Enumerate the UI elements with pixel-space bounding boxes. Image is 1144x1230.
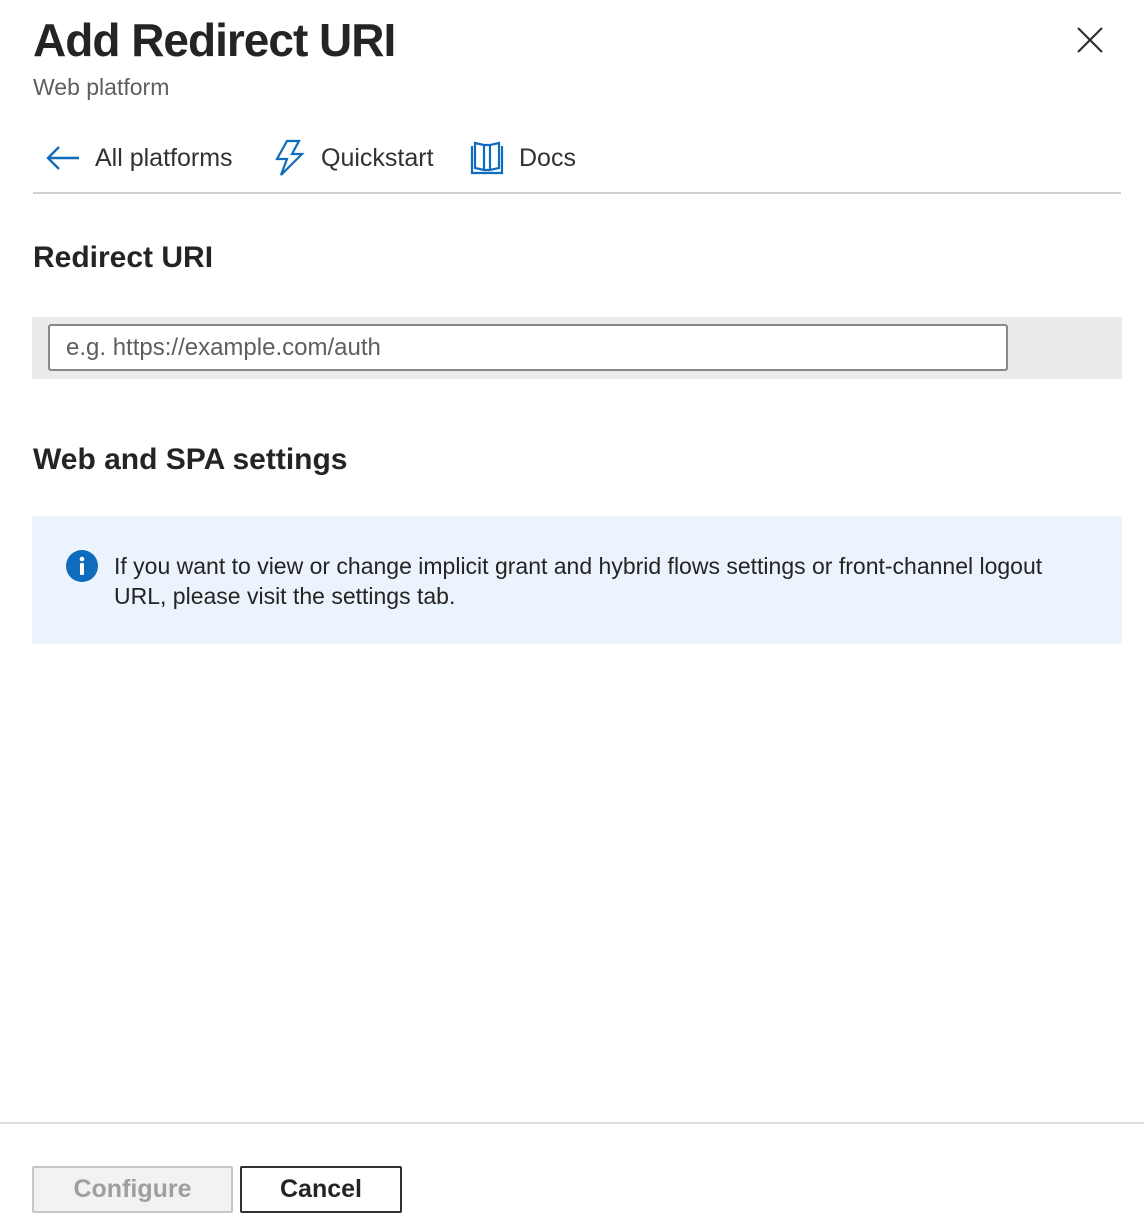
redirect-uri-row xyxy=(32,317,1122,379)
quickstart-label: Quickstart xyxy=(321,143,434,172)
docs-label: Docs xyxy=(519,143,576,172)
all-platforms-link[interactable]: All platforms xyxy=(45,132,233,184)
book-icon xyxy=(469,140,505,176)
redirect-uri-heading: Redirect URI xyxy=(33,241,214,274)
panel-subtitle: Web platform xyxy=(33,74,170,100)
info-message-text: If you want to view or change implicit g… xyxy=(114,553,1043,609)
lightning-icon xyxy=(273,139,307,177)
arrow-left-icon xyxy=(45,143,81,173)
cancel-button[interactable]: Cancel xyxy=(240,1166,402,1213)
panel-title: Add Redirect URI xyxy=(33,14,396,66)
info-icon xyxy=(66,550,98,587)
add-redirect-uri-panel: Add Redirect URI Web platform All platfo… xyxy=(0,0,1144,1230)
all-platforms-label: All platforms xyxy=(95,143,233,172)
configure-button[interactable]: Configure xyxy=(32,1166,233,1213)
panel-footer: Configure Cancel xyxy=(0,1122,1144,1230)
web-spa-settings-heading: Web and SPA settings xyxy=(33,443,348,476)
close-button[interactable] xyxy=(1070,20,1110,60)
redirect-uri-input[interactable] xyxy=(48,324,1008,371)
info-message-bar: If you want to view or change implicit g… xyxy=(32,516,1122,644)
command-bar: All platforms Quickstart Docs xyxy=(33,132,1121,194)
quickstart-link[interactable]: Quickstart xyxy=(273,132,434,184)
close-icon xyxy=(1070,27,1110,63)
docs-link[interactable]: Docs xyxy=(469,132,576,184)
